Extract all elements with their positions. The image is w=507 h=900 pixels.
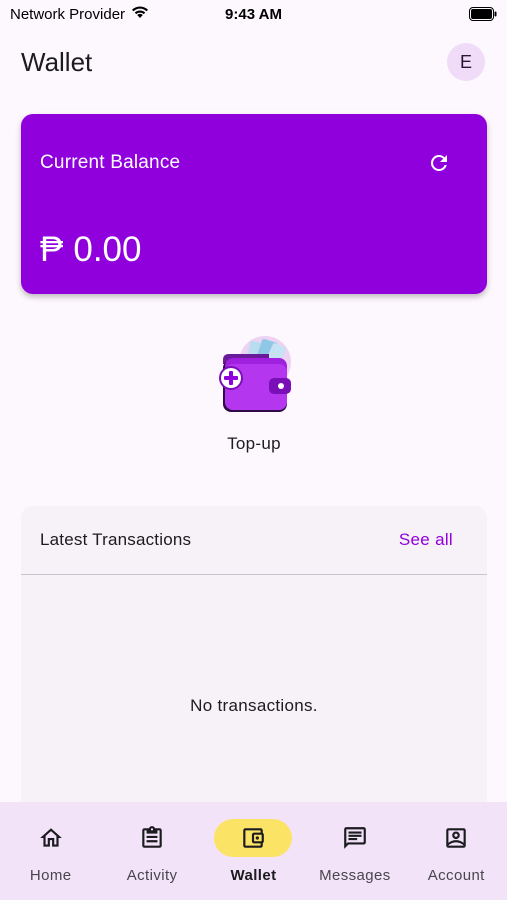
nav-item-activity[interactable]: Activity [102,802,203,900]
home-icon [12,819,90,857]
carrier-name: Network Provider [10,5,126,23]
clipboard-icon [113,819,191,857]
nav-item-account[interactable]: Account [406,802,507,900]
status-bar: Network Provider 9:43 AM [0,0,507,28]
refresh-button[interactable] [424,148,454,178]
app-bar: Wallet E [0,40,507,84]
account-icon [417,819,495,857]
refresh-icon [430,154,447,171]
nav-label-account: Account [427,867,485,884]
topup-label: Top-up [227,434,281,453]
page-title: Wallet [21,46,93,77]
balance-amount: ₱ 0.00 [40,230,141,270]
transactions-title: Latest Transactions [40,530,192,549]
nav-label-home: Home [29,867,72,884]
topup-button[interactable]: Top-up [203,334,305,454]
battery-icon [469,7,497,21]
empty-state-message: No transactions. [190,696,318,715]
wallet-add-icon [219,336,291,412]
nav-label-messages: Messages [319,867,391,884]
transactions-header: Latest Transactions See all [21,506,487,575]
see-all-link[interactable]: See all [399,530,453,550]
currency-symbol: ₱ [40,230,64,269]
nav-item-messages[interactable]: Messages [304,802,405,900]
wifi-icon [131,5,149,23]
avatar[interactable]: E [447,43,485,81]
message-icon [316,819,394,857]
status-left: Network Provider [10,5,149,23]
nav-item-home[interactable]: Home [0,802,101,900]
balance-card: Current Balance ₱ 0.00 [21,114,487,294]
balance-value: 0.00 [73,230,142,269]
nav-label-wallet: Wallet [230,867,277,884]
transactions-card: Latest Transactions See all No transacti… [21,506,487,806]
nav-item-wallet[interactable]: Wallet [203,802,304,900]
nav-label-activity: Activity [126,867,178,884]
bottom-nav: Home Activity Wallet Messages Account [0,802,507,900]
balance-label: Current Balance [40,152,181,173]
wallet-icon [214,819,293,857]
